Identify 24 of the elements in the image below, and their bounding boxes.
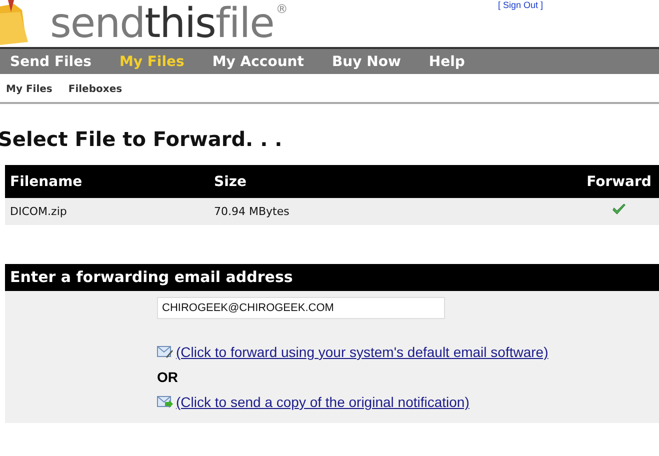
nav-tab[interactable]: Buy Now — [332, 54, 401, 70]
column-header: Filename — [5, 165, 209, 198]
column-header: Size — [209, 165, 579, 198]
table-cell: 70.94 MBytes — [209, 198, 579, 225]
subnav-link[interactable]: My Files — [6, 84, 52, 94]
nav-tab[interactable]: My Account — [212, 54, 304, 70]
table-cell: DICOM.zip — [5, 198, 209, 225]
check-icon[interactable] — [612, 204, 626, 216]
forward-link[interactable]: (Click to forward using your system's default email software) — [176, 344, 548, 360]
sign-out-link[interactable]: [ Sign Out ] — [498, 0, 544, 10]
forward-link[interactable]: (Click to send a copy of the original notification) — [176, 394, 470, 410]
section-header: Enter a forwarding email address — [5, 264, 659, 291]
nav-tab[interactable]: Help — [428, 54, 465, 70]
subnav-link[interactable]: Fileboxes — [68, 84, 122, 94]
envelope-pen-icon[interactable] — [157, 346, 173, 358]
logo-text: this — [144, 3, 216, 43]
nav-tab[interactable]: Send Files — [10, 54, 92, 70]
email-field[interactable]: CHIROGEEK@CHIROGEEK.COM — [157, 297, 445, 319]
logo-text: file — [215, 3, 274, 43]
folder-icon — [0, 0, 30, 46]
logo-text: send — [50, 3, 145, 43]
registered-mark: ® — [276, 3, 288, 15]
column-header: Forward — [579, 165, 659, 198]
or-label: OR — [157, 369, 179, 385]
